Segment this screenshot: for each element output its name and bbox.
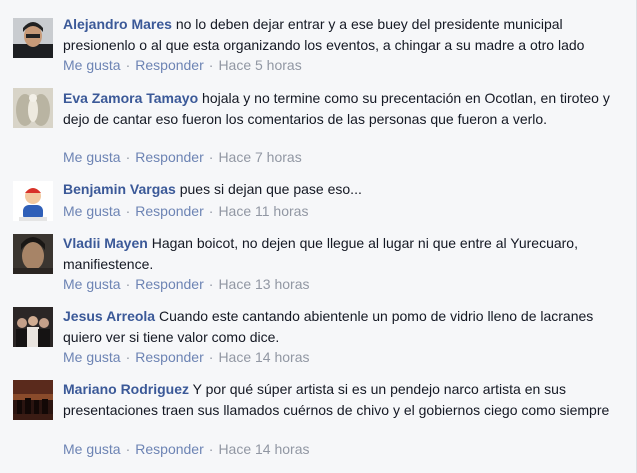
user-photo-icon bbox=[13, 18, 53, 58]
group-photo-icon bbox=[13, 307, 53, 347]
user-photo-icon bbox=[13, 234, 53, 274]
timestamp[interactable]: Hace 14 horas bbox=[218, 349, 309, 365]
like-link[interactable]: Me gusta bbox=[63, 149, 121, 165]
like-link[interactable]: Me gusta bbox=[63, 57, 121, 73]
avatar[interactable] bbox=[13, 88, 53, 128]
separator-dot: · bbox=[125, 349, 131, 365]
separator-dot: · bbox=[125, 276, 131, 292]
avatar[interactable] bbox=[13, 307, 53, 347]
comment-body: Jesus Arreola Cuando este cantando abien… bbox=[63, 306, 623, 348]
like-link[interactable]: Me gusta bbox=[63, 349, 121, 365]
separator-dot: · bbox=[208, 441, 214, 457]
timestamp[interactable]: Hace 7 horas bbox=[218, 149, 301, 165]
comment-body: Alejandro Mares no lo deben dejar entrar… bbox=[63, 14, 623, 56]
separator-dot: · bbox=[208, 276, 214, 292]
avatar[interactable] bbox=[13, 181, 53, 221]
separator-dot: · bbox=[208, 203, 214, 219]
reply-link[interactable]: Responder bbox=[135, 349, 204, 365]
comment-body: Eva Zamora Tamayo hojala y no termine co… bbox=[63, 88, 623, 130]
separator-dot: · bbox=[125, 441, 131, 457]
comment-author[interactable]: Vladii Mayen bbox=[63, 235, 148, 251]
comment-body: Vladii Mayen Hagan boicot, no dejen que … bbox=[63, 233, 623, 275]
timestamp[interactable]: Hace 5 horas bbox=[218, 57, 301, 73]
reply-link[interactable]: Responder bbox=[135, 57, 204, 73]
reply-link[interactable]: Responder bbox=[135, 441, 204, 457]
timestamp[interactable]: Hace 13 horas bbox=[218, 276, 309, 292]
comment-actions: Me gusta · Responder · Hace 13 horas bbox=[63, 276, 310, 292]
separator-dot: · bbox=[208, 349, 214, 365]
separator-dot: · bbox=[208, 149, 214, 165]
timestamp[interactable]: Hace 14 horas bbox=[218, 441, 309, 457]
timestamp[interactable]: Hace 11 horas bbox=[218, 203, 308, 219]
comment-body: Mariano Rodriguez Y por qué súper artist… bbox=[63, 379, 623, 421]
comment-actions: Me gusta · Responder · Hace 5 horas bbox=[63, 57, 302, 73]
comment-author[interactable]: Alejandro Mares bbox=[63, 16, 172, 32]
like-link[interactable]: Me gusta bbox=[63, 441, 121, 457]
avatar[interactable] bbox=[13, 380, 53, 420]
avatar[interactable] bbox=[13, 18, 53, 58]
like-link[interactable]: Me gusta bbox=[63, 276, 121, 292]
comment-actions: Me gusta · Responder · Hace 7 horas bbox=[63, 149, 302, 165]
cartoon-avatar-icon bbox=[13, 181, 53, 221]
comment-actions: Me gusta · Responder · Hace 14 horas bbox=[63, 349, 310, 365]
comment-actions: Me gusta · Responder · Hace 14 horas bbox=[63, 441, 310, 457]
angel-photo-icon bbox=[13, 88, 53, 128]
reply-link[interactable]: Responder bbox=[135, 203, 204, 219]
comment-body: Benjamin Vargas pues si dejan que pase e… bbox=[63, 179, 623, 200]
separator-dot: · bbox=[125, 149, 131, 165]
reply-link[interactable]: Responder bbox=[135, 149, 204, 165]
separator-dot: · bbox=[208, 57, 214, 73]
avatar[interactable] bbox=[13, 234, 53, 274]
separator-dot: · bbox=[125, 57, 131, 73]
comment-author[interactable]: Mariano Rodriguez bbox=[63, 381, 189, 397]
comment-author[interactable]: Jesus Arreola bbox=[63, 308, 155, 324]
reply-link[interactable]: Responder bbox=[135, 276, 204, 292]
movie-poster-icon bbox=[13, 380, 53, 420]
like-link[interactable]: Me gusta bbox=[63, 203, 121, 219]
separator-dot: · bbox=[125, 203, 131, 219]
comment-actions: Me gusta · Responder · Hace 11 horas bbox=[63, 203, 308, 219]
comment-text: pues si dejan que pase eso... bbox=[179, 181, 362, 197]
comment-author[interactable]: Benjamin Vargas bbox=[63, 181, 176, 197]
comment-author[interactable]: Eva Zamora Tamayo bbox=[63, 90, 198, 106]
